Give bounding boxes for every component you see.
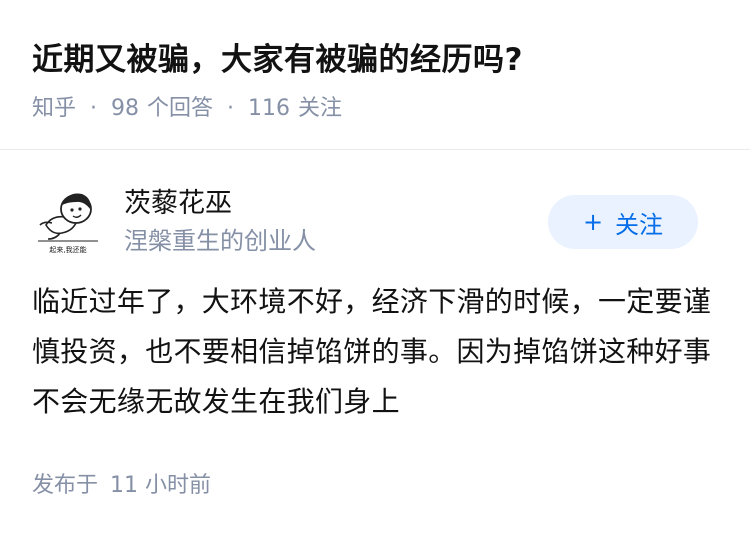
follow-button-label: 关注 (615, 210, 664, 239)
author-avatar[interactable]: 起来,我还能 (32, 185, 104, 257)
answer-card: 起来,我还能 茨藜花巫 涅槃重生的创业人 + 关注 临近过年了，大环境不好，经济… (0, 185, 750, 499)
author-row: 起来,我还能 茨藜花巫 涅槃重生的创业人 + 关注 (32, 185, 718, 277)
meta-separator: · (90, 96, 98, 121)
answer-text: 临近过年了，大环境不好，经济下滑的时候，一定要谨慎投资，也不要相信掉馅饼的事。因… (32, 285, 712, 418)
answers-count-number: 98 (111, 96, 140, 121)
answers-count-label: 个回答 (147, 96, 214, 121)
avatar-caption: 起来,我还能 (49, 245, 86, 254)
publish-time: 11 小时前 (110, 473, 212, 498)
answer-content[interactable]: 临近过年了，大环境不好，经济下滑的时候，一定要谨慎投资，也不要相信掉馅饼的事。因… (32, 277, 718, 427)
author-headline: 涅槃重生的创业人 (124, 227, 316, 255)
cartoon-avatar-icon: 起来,我还能 (32, 185, 104, 257)
plus-icon: + (582, 208, 604, 236)
author-info: 茨藜花巫 涅槃重生的创业人 (124, 187, 316, 257)
question-header: 近期又被骗，大家有被骗的经历吗? 知乎 · 98 个回答 · 116 关注 (0, 0, 750, 150)
author-name[interactable]: 茨藜花巫 (124, 187, 316, 221)
publish-info: 发布于 11 小时前 (32, 467, 718, 499)
answers-count[interactable]: 98 个回答 (111, 94, 213, 124)
source-label[interactable]: 知乎 (32, 94, 76, 124)
publish-label: 发布于 (32, 473, 99, 498)
followers-count-number: 116 (248, 96, 291, 121)
meta-separator: · (227, 96, 235, 121)
follow-button[interactable]: + 关注 (548, 195, 698, 249)
followers-count[interactable]: 116 关注 (248, 94, 342, 124)
followers-count-label: 关注 (298, 96, 343, 121)
question-meta: 知乎 · 98 个回答 · 116 关注 (32, 94, 718, 124)
question-title[interactable]: 近期又被骗，大家有被骗的经历吗? (32, 0, 718, 82)
